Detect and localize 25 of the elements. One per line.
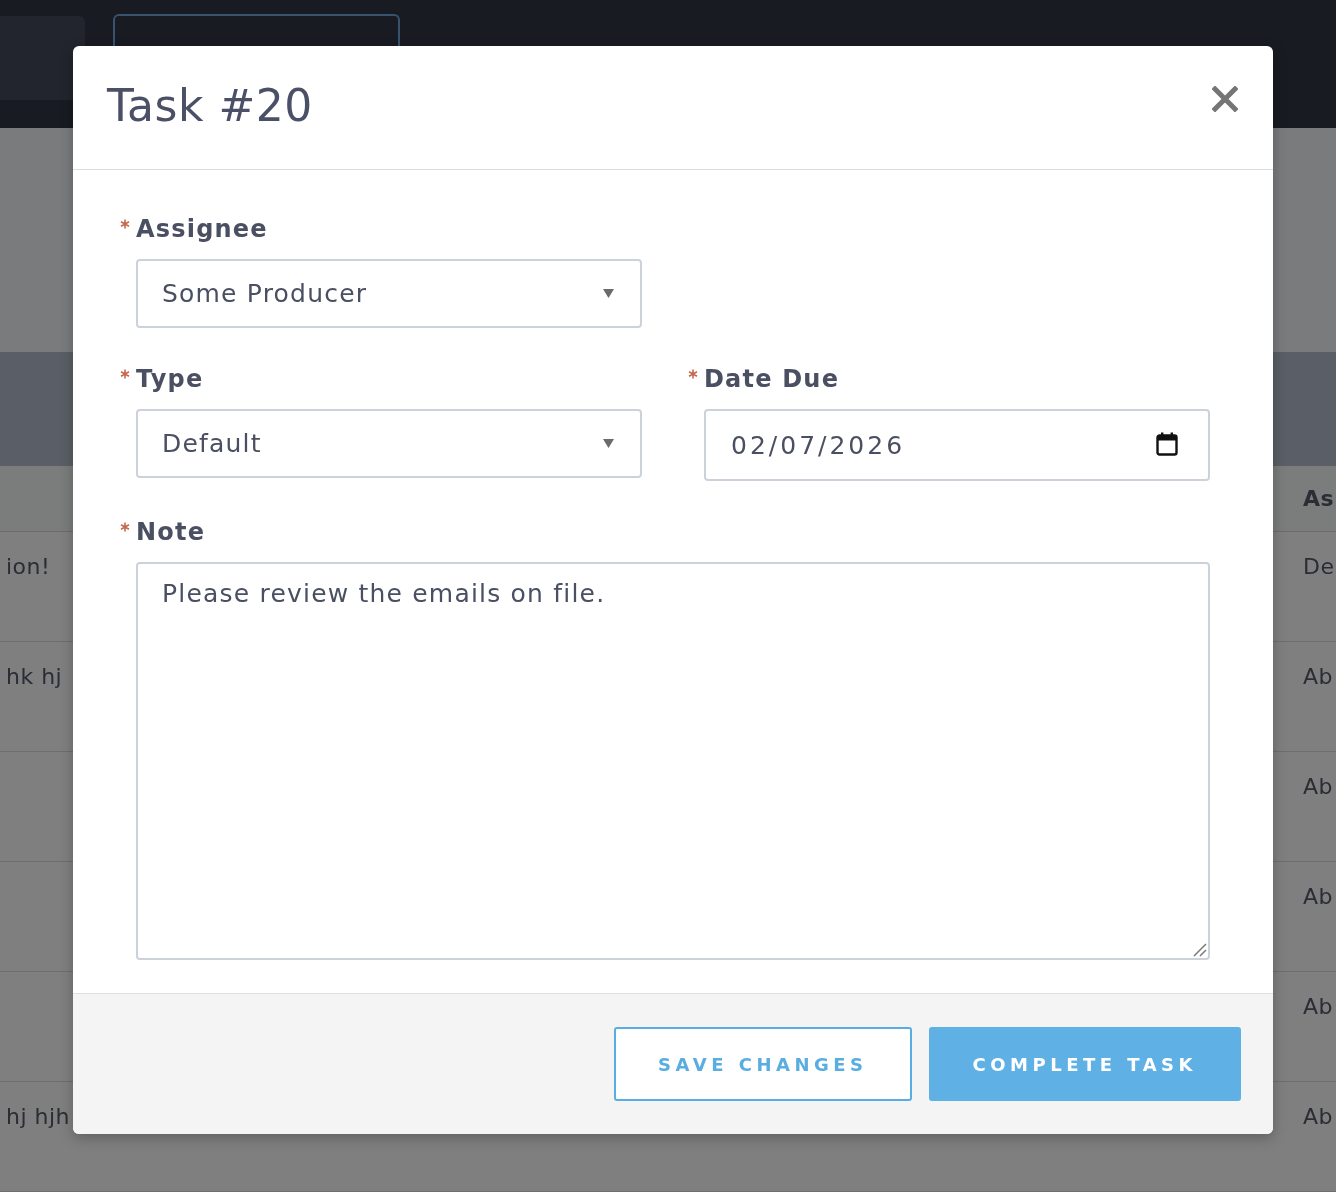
- table-cell-text: Ab: [1302, 774, 1333, 800]
- table-cell-text: Ab: [1302, 994, 1333, 1020]
- table-cell-text: De: [1302, 554, 1335, 580]
- table-cell-text: Ab: [1302, 1104, 1333, 1130]
- column-header: As: [1302, 485, 1335, 512]
- resize-grip-icon[interactable]: [1193, 943, 1207, 957]
- field-label: Note: [136, 517, 206, 547]
- field-label: Date Due: [704, 364, 840, 394]
- field-label: Type: [136, 364, 204, 394]
- table-cell-text: Ab: [1302, 884, 1333, 910]
- field-label: Assignee: [136, 214, 268, 244]
- table-cell-text: hj hjh: [5, 1104, 71, 1130]
- caret-icon: [603, 439, 614, 448]
- note-textarea[interactable]: Please review the emails on file.: [136, 562, 1210, 960]
- calendar-icon[interactable]: [1156, 432, 1178, 456]
- table-cell-text: Ab: [1302, 664, 1333, 690]
- close-icon: [1212, 86, 1238, 112]
- dialog-title: Task #20: [107, 79, 313, 132]
- close-button[interactable]: [1212, 86, 1238, 112]
- table-cell-text: ion!: [5, 554, 51, 580]
- dropdown-select[interactable]: Some Producer: [136, 259, 642, 328]
- caret-icon: [603, 289, 614, 298]
- dropdown-select[interactable]: Default: [136, 409, 642, 478]
- date-field[interactable]: 02/07/2026: [704, 409, 1210, 481]
- table-cell-text: hk hj: [5, 664, 63, 690]
